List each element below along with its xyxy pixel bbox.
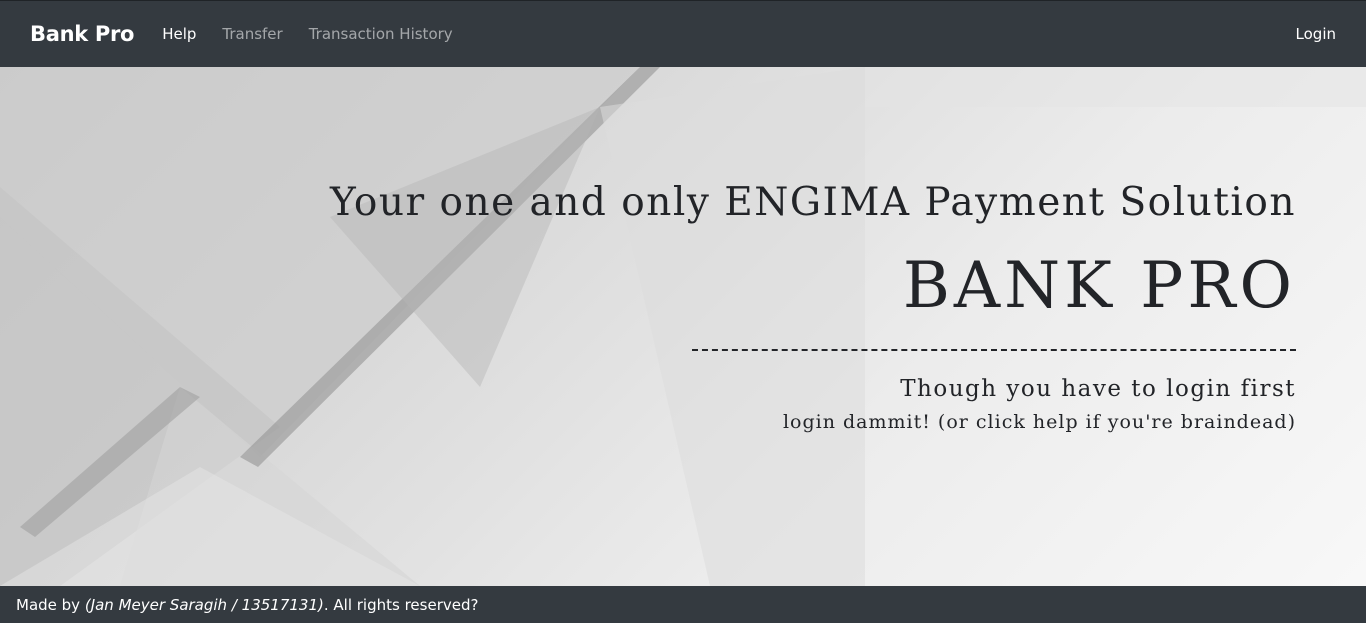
nav-transfer[interactable]: Transfer [222, 25, 282, 43]
footer-author: (Jan Meyer Saragih / 13517131) [84, 595, 324, 614]
top-navbar: Bank Pro Help Transfer Transaction Histo… [0, 0, 1366, 67]
hero-tagline: Your one and only ENGIMA Payment Solutio… [329, 180, 1296, 225]
hero-title: BANK PRO [902, 249, 1296, 323]
footer-prefix: Made by [16, 595, 81, 614]
hero-note: login dammit! (or click help if you're b… [782, 411, 1296, 433]
hero-banner: Your one and only ENGIMA Payment Solutio… [0, 67, 1366, 586]
nav-transaction-history[interactable]: Transaction History [309, 25, 453, 43]
hero-content: Your one and only ENGIMA Payment Solutio… [296, 175, 1296, 435]
footer-suffix: . All rights reserved? [323, 595, 479, 614]
brand-logo[interactable]: Bank Pro [30, 22, 134, 46]
page-footer: Made by (Jan Meyer Saragih / 13517131). … [0, 586, 1366, 623]
nav-help[interactable]: Help [162, 25, 196, 43]
hero-subtitle: Though you have to login first [900, 376, 1296, 402]
login-link[interactable]: Login [1296, 25, 1336, 43]
dashed-divider [692, 349, 1296, 351]
